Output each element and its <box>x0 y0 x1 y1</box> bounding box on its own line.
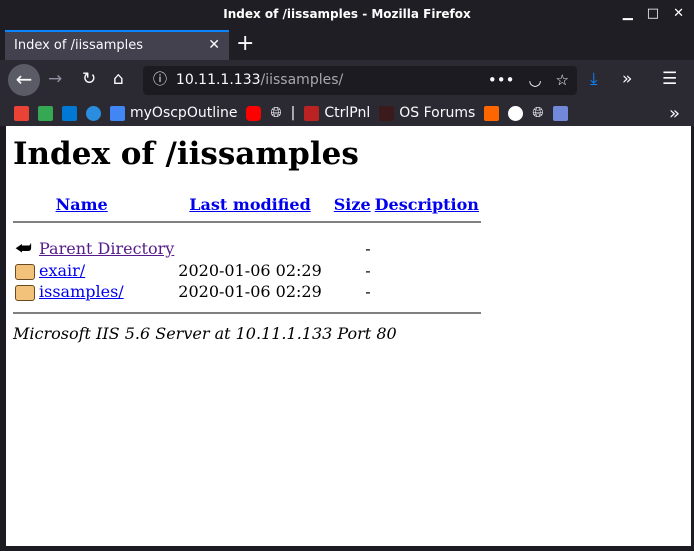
bookmark-discord[interactable] <box>552 105 568 121</box>
github-icon <box>508 105 524 121</box>
page-actions-icon[interactable]: ••• <box>488 66 515 94</box>
window-title: Index of /iissamples - Mozilla Firefox <box>223 7 471 21</box>
forward-button[interactable]: → <box>48 69 62 89</box>
sort-modified-link[interactable]: Last modified <box>189 195 310 214</box>
bookmark-myoscpoutline[interactable]: myOscpOutline <box>110 105 237 121</box>
forums-icon <box>379 105 395 121</box>
exair-link[interactable]: exair/ <box>39 261 85 280</box>
table-row: issamples/2020-01-06 02:29- <box>13 281 481 302</box>
close-icon[interactable]: ✕ <box>673 0 684 28</box>
youtube-icon <box>246 105 262 121</box>
window-title-bar: Index of /iissamples - Mozilla Firefox ▁… <box>0 0 694 30</box>
url-bar[interactable]: ⓘ 10.11.1.133/iissamples/ ••• ◡ ☆ <box>143 66 577 95</box>
bookmark-globe-2[interactable]: 🌐︎ <box>532 105 543 121</box>
bookmark-onedrive[interactable] <box>86 105 101 121</box>
sort-description-link[interactable]: Description <box>375 195 479 214</box>
bookmark-globe[interactable]: 🌐︎ <box>270 105 281 121</box>
sort-size-link[interactable]: Size <box>334 195 371 214</box>
divider <box>13 221 481 223</box>
tab-strip: Index of /iissamples ✕ + <box>0 30 694 60</box>
reload-button[interactable]: ↻ <box>82 69 96 89</box>
parent-directory-link[interactable]: Parent Directory <box>39 239 174 258</box>
nav-toolbar: ← → ↻ ⌂ ⓘ 10.11.1.133/iissamples/ ••• ◡ ☆ … <box>0 60 694 100</box>
bookmark-drive[interactable] <box>38 105 53 121</box>
bookmark-separator: | <box>290 105 296 121</box>
issamples-link[interactable]: issamples/ <box>39 282 124 301</box>
back-button[interactable]: ← <box>8 64 40 96</box>
bookmark-outlook[interactable] <box>62 105 77 121</box>
globe-icon: 🌐︎ <box>270 105 282 121</box>
bookmark-youtube[interactable] <box>246 105 262 121</box>
page-content: Index of /iissamples Name Last modified … <box>6 126 691 546</box>
onedrive-icon <box>86 105 101 121</box>
overflow-icon[interactable]: » <box>622 69 632 89</box>
page-heading: Index of /iissamples <box>13 136 359 172</box>
bookmark-star-icon[interactable]: ☆ <box>556 66 569 94</box>
bookmark-os-forums[interactable]: OS Forums <box>379 105 475 121</box>
close-tab-icon[interactable]: ✕ <box>208 32 220 59</box>
maximize-icon[interactable]: □ <box>647 0 659 28</box>
ctrlpnl-icon <box>304 105 320 121</box>
home-button[interactable]: ⌂ <box>113 69 124 89</box>
sort-name-link[interactable]: Name <box>56 195 108 214</box>
tab-active[interactable]: Index of /iissamples ✕ <box>5 30 229 60</box>
bookmark-bolt[interactable] <box>484 105 500 121</box>
table-row: ⮨ Parent Directory - <box>15 238 371 259</box>
outlook-icon <box>62 105 77 121</box>
bookmark-ctrlpnl[interactable]: CtrlPnl <box>304 105 370 121</box>
folder-icon <box>15 263 35 280</box>
menu-icon[interactable]: ☰ <box>662 69 677 89</box>
bookmarks-bar: myOscpOutline 🌐︎ | CtrlPnl OS Forums 🌐︎ … <box>0 100 694 126</box>
server-signature: Microsoft IIS 5.6 Server at 10.11.1.133 … <box>13 324 397 343</box>
new-tab-button[interactable]: + <box>236 30 254 58</box>
info-icon[interactable]: ⓘ <box>153 72 167 88</box>
gmail-icon <box>14 105 29 121</box>
url-path: /iissamples/ <box>260 72 344 88</box>
pocket-icon[interactable]: ◡ <box>528 66 541 94</box>
docs-icon <box>110 105 125 121</box>
discord-icon <box>552 105 568 121</box>
downloads-icon[interactable]: ⤓ <box>590 69 598 89</box>
bookmark-github[interactable] <box>508 105 524 121</box>
bookmarks-overflow-icon[interactable]: » <box>669 103 680 124</box>
bolt-icon <box>484 105 500 121</box>
table-row: exair/2020-01-06 02:29- <box>13 260 481 281</box>
drive-icon <box>38 105 53 121</box>
directory-listing: Name Last modified Size Description ⮨ Par… <box>13 194 481 314</box>
url-host: 10.11.1.133 <box>175 72 261 88</box>
minimize-icon[interactable]: ▁ <box>623 0 633 28</box>
back-icon: ⮨ <box>15 238 32 259</box>
tab-title: Index of /iissamples <box>14 38 143 53</box>
bookmark-gmail[interactable] <box>14 105 29 121</box>
folder-icon <box>15 284 35 301</box>
globe-icon: 🌐︎ <box>532 105 544 121</box>
divider <box>13 312 481 314</box>
